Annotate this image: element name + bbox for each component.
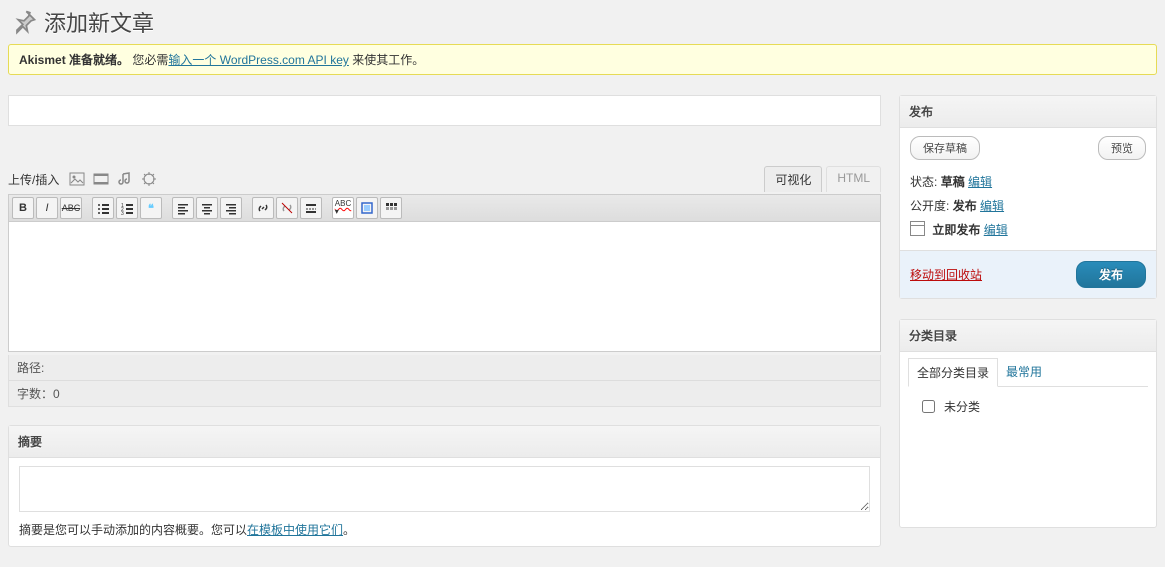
- editor-statusbar: 路径: 字数：0: [8, 355, 881, 407]
- publish-header: 发布: [900, 96, 1156, 128]
- move-to-trash-link[interactable]: 移动到回收站: [910, 266, 982, 283]
- path-label: 路径:: [17, 361, 44, 375]
- align-left-button[interactable]: [172, 197, 194, 219]
- akismet-notice: Akismet 准备就绪。 您必需输入一个 WordPress.com API …: [8, 44, 1157, 75]
- post-title-input[interactable]: [8, 95, 881, 126]
- excerpt-textarea[interactable]: [19, 466, 870, 512]
- quote-button[interactable]: ❝: [140, 197, 162, 219]
- align-right-button[interactable]: [220, 197, 242, 219]
- align-center-button[interactable]: [196, 197, 218, 219]
- kitchensink-button[interactable]: [380, 197, 402, 219]
- wordcount-label: 字数：: [17, 387, 53, 401]
- content-editor[interactable]: [8, 222, 881, 352]
- page-title-text: 添加新文章: [44, 6, 154, 38]
- category-item[interactable]: 未分类: [918, 397, 1138, 416]
- excerpt-header: 摘要: [9, 426, 880, 458]
- ol-button[interactable]: 123: [116, 197, 138, 219]
- tab-visual[interactable]: 可视化: [764, 166, 822, 192]
- notice-text-post: 来使其工作。: [352, 53, 424, 67]
- tab-html[interactable]: HTML: [826, 166, 881, 192]
- add-image-icon[interactable]: [69, 171, 85, 187]
- pushpin-icon: [8, 6, 40, 38]
- visibility-value: 发布: [953, 199, 977, 213]
- edit-visibility-link[interactable]: 编辑: [980, 199, 1004, 213]
- save-draft-button[interactable]: 保存草稿: [910, 136, 980, 160]
- upload-insert-label: 上传/插入: [8, 171, 59, 188]
- preview-button[interactable]: 预览: [1098, 136, 1146, 160]
- fullscreen-button[interactable]: [356, 197, 378, 219]
- publish-button[interactable]: 发布: [1076, 261, 1146, 288]
- excerpt-box: 摘要 摘要是您可以手动添加的内容概要。您可以在模板中使用它们。: [8, 425, 881, 547]
- categories-header: 分类目录: [900, 320, 1156, 352]
- strike-button[interactable]: ABC: [60, 197, 82, 219]
- link-button[interactable]: [252, 197, 274, 219]
- ul-button[interactable]: [92, 197, 114, 219]
- italic-button[interactable]: I: [36, 197, 58, 219]
- visibility-label: 公开度:: [910, 199, 949, 213]
- tab-popular-categories[interactable]: 最常用: [998, 358, 1050, 386]
- categories-box: 分类目录 全部分类目录 最常用 未分类: [899, 319, 1157, 528]
- add-video-icon[interactable]: [93, 171, 109, 187]
- notice-strong: Akismet 准备就绪。: [19, 53, 129, 67]
- svg-text:3: 3: [121, 211, 124, 215]
- edit-schedule-link[interactable]: 编辑: [984, 223, 1008, 237]
- editor-toolbar: B I ABC 123 ❝ ABC▾: [8, 194, 881, 222]
- category-list: 未分类: [908, 387, 1148, 527]
- notice-text-pre: 您必需: [132, 53, 168, 67]
- status-label: 状态:: [910, 175, 937, 189]
- tab-all-categories[interactable]: 全部分类目录: [908, 358, 998, 387]
- page-title: 添加新文章: [8, 0, 1157, 44]
- add-media-icon[interactable]: [141, 171, 157, 187]
- publish-box: 发布 保存草稿 预览 状态: 草稿 编辑 公开度: 发布 编辑: [899, 95, 1157, 299]
- notice-link[interactable]: 输入一个 WordPress.com API key: [168, 53, 349, 67]
- unlink-button[interactable]: [276, 197, 298, 219]
- bold-button[interactable]: B: [12, 197, 34, 219]
- wordcount-value: 0: [53, 387, 60, 401]
- category-checkbox[interactable]: [922, 400, 935, 413]
- edit-status-link[interactable]: 编辑: [968, 175, 992, 189]
- calendar-icon: [910, 221, 925, 236]
- excerpt-help-link[interactable]: 在模板中使用它们: [247, 523, 343, 537]
- status-value: 草稿: [941, 175, 965, 189]
- excerpt-help: 摘要是您可以手动添加的内容概要。您可以在模板中使用它们。: [19, 521, 870, 538]
- add-audio-icon[interactable]: [117, 171, 133, 187]
- more-button[interactable]: [300, 197, 322, 219]
- spellcheck-button[interactable]: ABC▾: [332, 197, 354, 219]
- category-label: 未分类: [944, 398, 980, 415]
- schedule-value: 立即发布: [932, 223, 980, 237]
